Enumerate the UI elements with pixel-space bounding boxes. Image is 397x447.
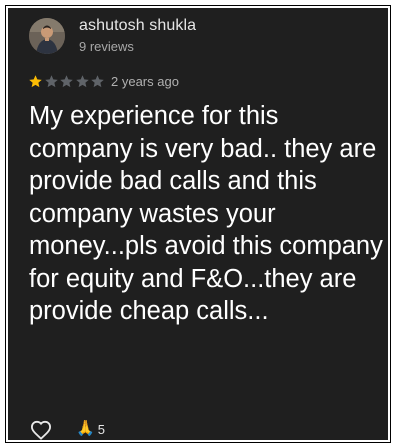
avatar[interactable] <box>29 18 65 54</box>
star-empty-icon <box>75 75 89 88</box>
reaction-count: 5 <box>97 421 105 437</box>
star-empty-icon <box>91 75 104 88</box>
reviews-count: 9 reviews <box>79 39 134 54</box>
review-text: My experience for this company is very b… <box>29 102 383 325</box>
folded-hands-icon: 🙏 <box>76 420 95 437</box>
author-name[interactable]: ashutosh shukla <box>79 17 196 35</box>
review-time: 2 years ago <box>111 74 179 89</box>
star-empty-icon <box>60 75 73 88</box>
reaction-button[interactable]: 🙏 5 <box>76 421 105 437</box>
heart-outline-icon[interactable] <box>30 420 52 440</box>
star-rating <box>28 74 106 90</box>
review-card: ashutosh shukla 9 reviews 2 years ago My… <box>6 6 390 442</box>
star-filled-icon <box>29 75 42 88</box>
star-empty-icon <box>44 75 58 88</box>
